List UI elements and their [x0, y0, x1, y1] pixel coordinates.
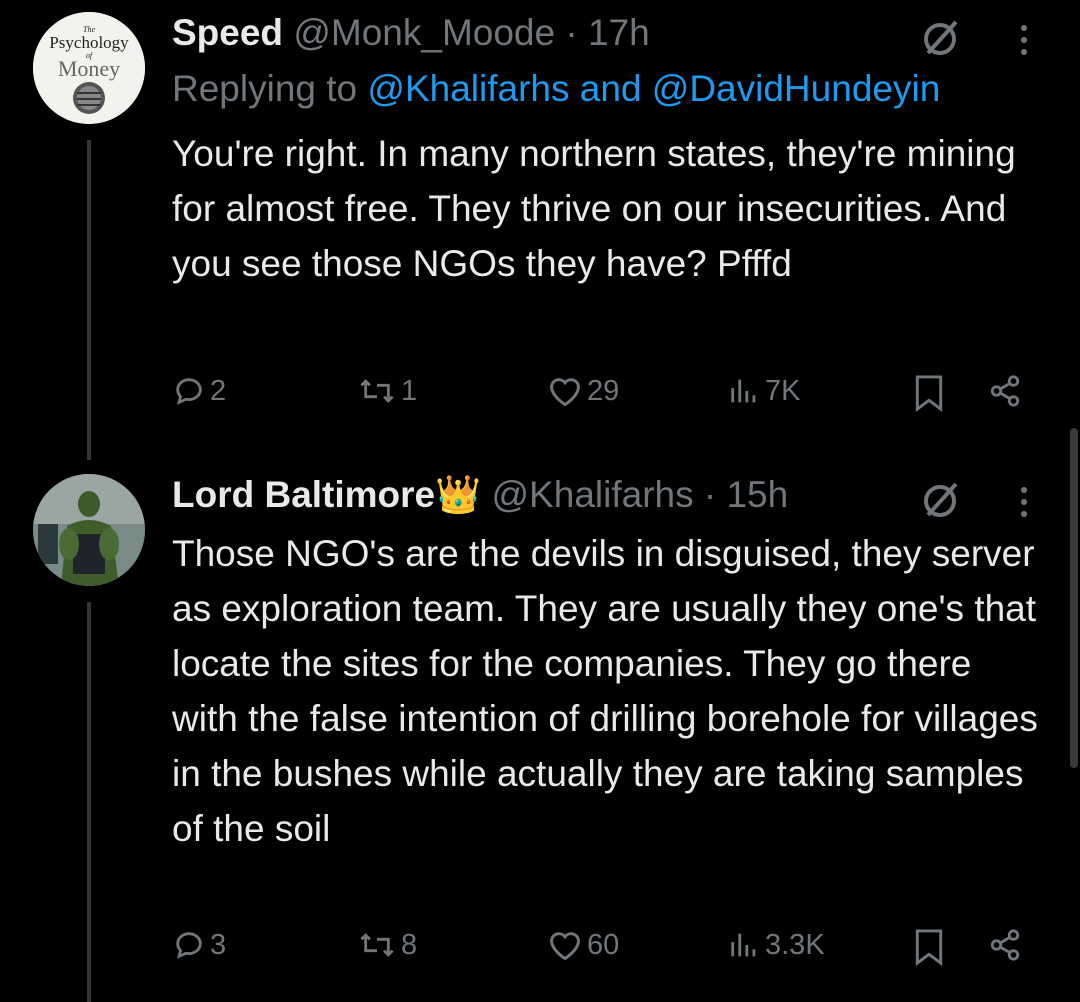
display-name[interactable]: Speed	[172, 12, 283, 53]
heart-icon	[549, 378, 581, 407]
repost-icon	[360, 933, 394, 957]
avatar-speed[interactable]: The Psychology of Money	[33, 12, 145, 124]
timestamp[interactable]: · 17h	[565, 12, 649, 53]
replying-to: Replying to @Khalifarhs and @DavidHundey…	[172, 68, 1040, 124]
replying-label: Replying to	[172, 68, 358, 109]
repost-count: 8	[401, 928, 418, 961]
views-icon	[731, 379, 756, 403]
reply-button[interactable]: 3	[172, 928, 226, 962]
like-button[interactable]: 29	[547, 374, 619, 408]
reply-button[interactable]: 2	[172, 374, 226, 408]
tweet-text: Those NGO's are the devils in disguised,…	[172, 533, 1038, 849]
tweet-text: You're right. In many northern states, t…	[172, 133, 1016, 284]
hulk-avatar	[33, 474, 145, 586]
like-button[interactable]: 60	[547, 928, 619, 962]
reply-icon	[176, 932, 202, 959]
reply-count: 2	[210, 374, 227, 407]
tweet-header: Lord Baltimore👑 @Khalifarhs · 15h	[172, 474, 1040, 534]
avatar-lord-baltimore[interactable]	[33, 474, 145, 586]
share-button[interactable]	[987, 374, 1023, 408]
book-cover-avatar: The Psychology of Money	[33, 12, 145, 124]
user-handle[interactable]: @Khalifarhs	[492, 474, 694, 515]
thread-line	[87, 140, 91, 460]
reply-count: 3	[210, 928, 227, 961]
repost-icon	[360, 379, 394, 403]
tweet-header: Speed @Monk_Moode · 17h	[172, 12, 1040, 72]
user-handle[interactable]: @Monk_Moode	[293, 12, 555, 53]
like-count: 60	[587, 928, 620, 961]
display-name[interactable]: Lord Baltimore👑	[172, 474, 481, 515]
scrollbar[interactable]	[1070, 428, 1078, 768]
share-button[interactable]	[987, 928, 1023, 962]
svg-text:Psychology: Psychology	[49, 33, 129, 52]
grok-icon[interactable]	[920, 480, 960, 529]
bookmark-button[interactable]	[912, 374, 946, 412]
thread-line	[87, 602, 91, 1002]
views-button[interactable]: 3.3K	[727, 928, 825, 962]
action-bar: 2 1 29 7K	[172, 374, 1032, 424]
more-options-icon[interactable]	[1018, 482, 1030, 531]
bookmark-button[interactable]	[912, 928, 946, 966]
views-button[interactable]: 7K	[727, 374, 800, 408]
view-count: 7K	[765, 374, 801, 407]
like-count: 29	[587, 374, 620, 407]
repost-count: 1	[401, 374, 418, 407]
bookmark-icon	[915, 375, 943, 412]
timestamp[interactable]: · 15h	[704, 474, 788, 515]
mention-davidhundeyin[interactable]: @DavidHundeyin	[652, 68, 940, 109]
views-icon	[731, 933, 756, 957]
bookmark-icon	[915, 929, 943, 966]
mention-and: and	[579, 68, 642, 109]
repost-button[interactable]: 1	[357, 374, 417, 408]
share-icon	[990, 929, 1020, 961]
share-icon	[990, 375, 1020, 407]
repost-button[interactable]: 8	[357, 928, 417, 962]
mention-khalifarhs[interactable]: @Khalifarhs	[367, 68, 569, 109]
grok-icon[interactable]	[920, 18, 960, 67]
reply-icon	[176, 378, 202, 405]
svg-text:Money: Money	[58, 56, 120, 81]
view-count: 3.3K	[765, 928, 825, 961]
action-bar: 3 8 60 3.3K	[172, 928, 1032, 978]
heart-icon	[549, 932, 581, 961]
more-options-icon[interactable]	[1018, 20, 1030, 69]
